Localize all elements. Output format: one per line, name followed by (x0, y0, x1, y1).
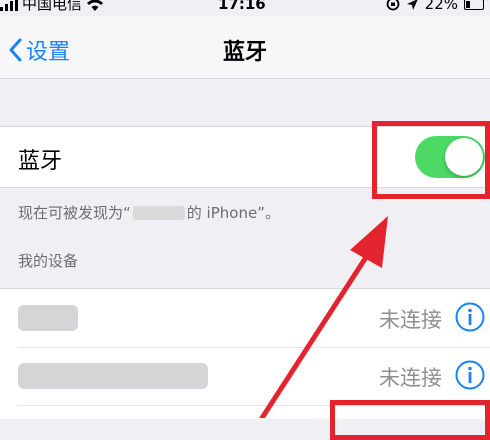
rotation-lock-icon (386, 0, 400, 11)
status-bar: 中国电信 17:16 22% (0, 0, 490, 16)
device-row[interactable]: 未连接 (0, 289, 490, 347)
battery-percent: 22% (424, 0, 458, 13)
info-icon[interactable] (454, 301, 486, 333)
discoverable-text: 现在可被发现为“ 的 iPhone”。 (18, 202, 280, 223)
discoverable-prefix: 现在可被发现为“ (18, 204, 131, 222)
carrier-label: 中国电信 (22, 0, 83, 13)
redacted-device-name (132, 206, 185, 220)
discoverable-suffix: 的 iPhone”。 (186, 204, 280, 222)
signal-icon (0, 0, 18, 11)
battery-icon (464, 0, 484, 10)
location-icon (406, 0, 417, 10)
page-title: 蓝牙 (222, 40, 267, 65)
annotation-highlight-box (372, 121, 490, 199)
device-row[interactable]: 未连接 (0, 347, 490, 405)
bluetooth-label: 蓝牙 (18, 149, 63, 174)
status-left: 中国电信 (0, 0, 104, 13)
my-devices-header: 我的设备 (18, 252, 79, 270)
status-time: 17:16 (218, 0, 266, 13)
wifi-icon (87, 0, 104, 11)
redacted-device-name (18, 305, 78, 331)
device-status: 未连接 (379, 308, 442, 332)
redacted-device-name (18, 363, 208, 389)
device-status: 未连接 (379, 366, 442, 390)
status-right: 22% (386, 0, 484, 13)
annotation-highlight-box (330, 400, 490, 440)
navigation-bar: 设置 蓝牙 (0, 16, 490, 79)
info-icon[interactable] (454, 359, 486, 391)
